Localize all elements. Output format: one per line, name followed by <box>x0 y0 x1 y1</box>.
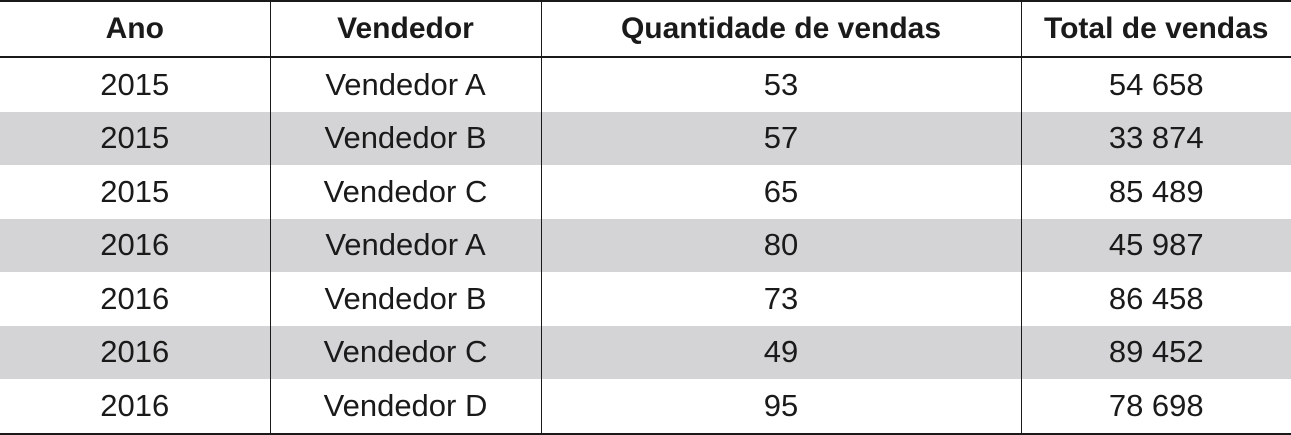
table-row: 2015 Vendedor A 53 54 658 <box>0 57 1291 112</box>
table-body: 2015 Vendedor A 53 54 658 2015 Vendedor … <box>0 57 1291 434</box>
table-row: 2016 Vendedor B 73 86 458 <box>0 272 1291 326</box>
table-header: Ano Vendedor Quantidade de vendas Total … <box>0 1 1291 58</box>
header-vendedor: Vendedor <box>269 1 541 58</box>
table-row: 2015 Vendedor B 57 33 874 <box>0 111 1291 165</box>
cell-quantidade: 53 <box>540 57 1021 112</box>
cell-ano: 2016 <box>0 325 270 379</box>
cell-vendedor: Vendedor B <box>269 111 541 165</box>
header-total-de-vendas: Total de vendas <box>1020 1 1291 58</box>
cell-total: 89 452 <box>1020 325 1291 379</box>
cell-ano: 2016 <box>100 387 170 423</box>
header-ano: Ano <box>0 1 270 58</box>
cell-vendedor: Vendedor A <box>269 57 541 112</box>
cell-ano: 2015 <box>100 66 170 102</box>
cell-quantidade: 65 <box>540 165 1021 219</box>
cell-ano: 2016 <box>0 218 270 272</box>
cell-quantidade: 49 <box>540 325 1021 379</box>
cell-ano: 2016 <box>100 280 170 316</box>
table-row: 2016 Vendedor C 49 89 452 <box>0 325 1291 379</box>
table-row: 2016 Vendedor D 95 78 698 <box>0 379 1291 434</box>
cell-total: 86 458 <box>1020 272 1291 326</box>
cell-total: 85 489 <box>1020 165 1291 219</box>
table-row: 2016 Vendedor A 80 45 987 <box>0 218 1291 272</box>
cell-vendedor: Vendedor D <box>269 379 541 434</box>
cell-vendedor: Vendedor B <box>269 272 541 326</box>
header-row: Ano Vendedor Quantidade de vendas Total … <box>0 1 1291 58</box>
cell-vendedor: Vendedor C <box>269 165 541 219</box>
cell-quantidade: 73 <box>540 272 1021 326</box>
cell-total: 54 658 <box>1020 57 1291 112</box>
cell-total: 33 874 <box>1020 111 1291 165</box>
table-row: 2015 Vendedor C 65 85 489 <box>0 165 1291 219</box>
sales-table: Ano Vendedor Quantidade de vendas Total … <box>0 0 1291 435</box>
cell-quantidade: 57 <box>540 111 1021 165</box>
cell-vendedor: Vendedor A <box>269 218 541 272</box>
cell-total: 45 987 <box>1020 218 1291 272</box>
header-quantidade-de-vendas: Quantidade de vendas <box>540 1 1021 58</box>
cell-vendedor: Vendedor C <box>269 325 541 379</box>
cell-ano: 2015 <box>100 173 170 209</box>
cell-quantidade: 80 <box>540 218 1021 272</box>
cell-total: 78 698 <box>1020 379 1291 434</box>
cell-quantidade: 95 <box>540 379 1021 434</box>
cell-ano: 2015 <box>0 111 270 165</box>
